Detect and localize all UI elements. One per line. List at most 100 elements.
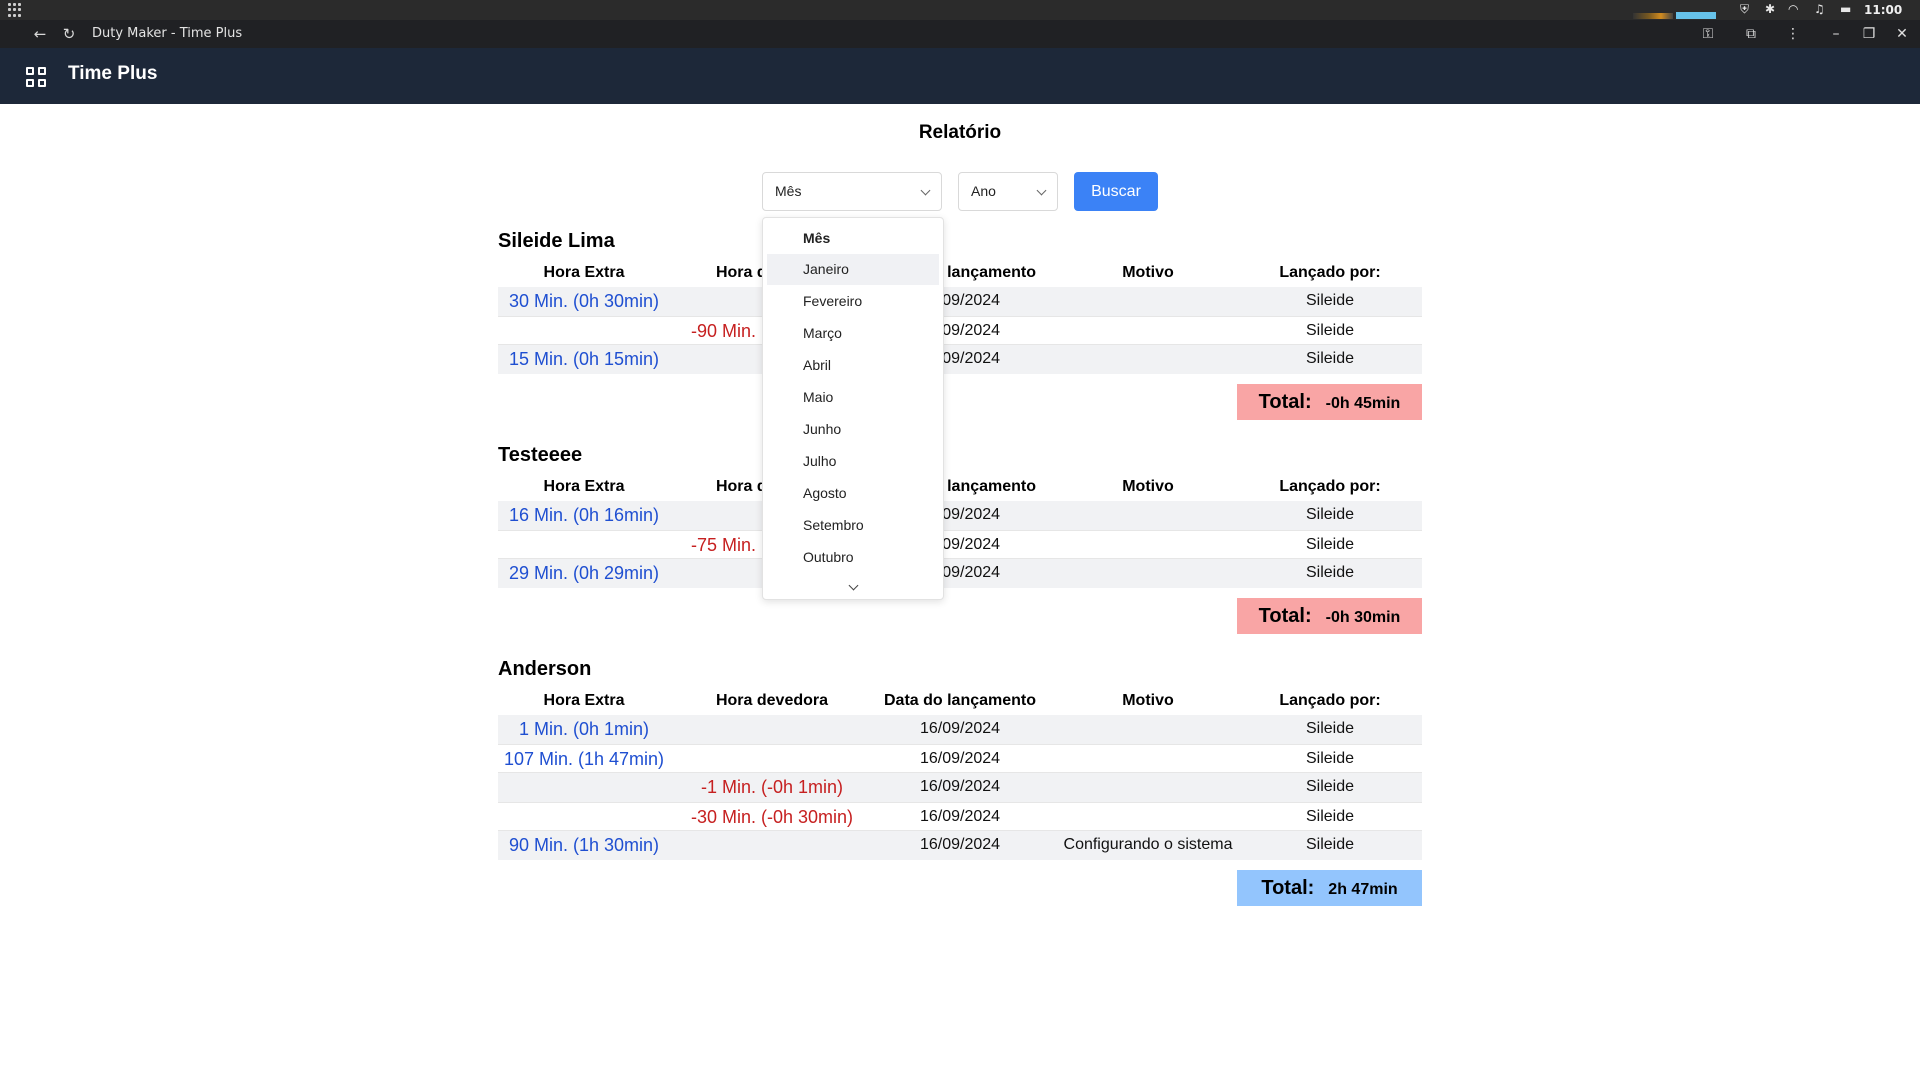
dropdown-option[interactable]: Fevereiro (767, 286, 939, 317)
cell-author: Sileide (1305, 564, 1355, 581)
cell-author: Sileide (1305, 506, 1355, 523)
chevron-down-icon (1036, 185, 1047, 196)
cell-author: Sileide (1305, 750, 1355, 767)
dropdown-option[interactable]: Maio (767, 382, 939, 413)
table-row: -30 Min. (-0h 30min) 16/09/2024 Sileide (498, 802, 1422, 831)
column-header-extra: Hora Extra (543, 478, 625, 495)
table-row: 29 Min. (0h 29min) 16/09/2024 Sileide (498, 559, 1422, 588)
browser-titlebar: ← ↻ Duty Maker - Time Plus ⚿ ⧉ ⋮ – ❐ ✕ (0, 20, 1920, 48)
month-dropdown-list: Mês Janeiro Fevereiro Março Abril Maio J… (762, 217, 944, 600)
shield-icon[interactable]: ⛨ (1740, 2, 1749, 17)
cell-author: Sileide (1305, 536, 1355, 553)
cpu-graph (1633, 13, 1673, 19)
column-header-reason: Motivo (1122, 692, 1174, 709)
employee-name: Anderson (498, 658, 592, 680)
cell-extra: 16 Min. (0h 16min) (508, 505, 660, 525)
cell-date: 16/09/2024 (919, 778, 1001, 795)
battery-icon[interactable]: ▬ (1840, 2, 1851, 16)
close-icon[interactable]: ✕ (1892, 24, 1912, 44)
dropdown-option[interactable]: Julho (767, 446, 939, 477)
page-title: Relatório (918, 122, 1002, 143)
scroll-down-chevron-icon[interactable] (848, 580, 859, 591)
column-header-debit: Hora devedora (715, 692, 829, 709)
app-grid-icon[interactable] (8, 3, 22, 17)
cell-extra: 30 Min. (0h 30min) (508, 291, 660, 311)
table-row: 90 Min. (1h 30min) 16/09/2024 Configurando… (498, 831, 1422, 860)
cell-extra: 15 Min. (0h 15min) (508, 349, 660, 369)
table-header: Hora ExtraHora devedoraData do lançament… (498, 264, 1422, 284)
back-arrow-icon[interactable]: ← (30, 24, 50, 44)
cell-debit: -1 Min. (-0h 1min) (700, 777, 844, 797)
key-icon[interactable]: ⚿ (1698, 24, 1718, 44)
total-badge: Total: -0h 30min (1237, 598, 1422, 634)
column-header-extra: Hora Extra (543, 264, 625, 281)
apps-menu-icon[interactable] (26, 67, 46, 87)
total-badge: Total: -0h 45min (1237, 384, 1422, 420)
os-top-bar: ⛨ ✱ ◠ ♫ ▬ 11:00 (0, 0, 1920, 20)
column-header-author: Lançado por: (1279, 478, 1381, 495)
clock[interactable]: 11:00 (1864, 3, 1902, 17)
minimize-icon[interactable]: – (1826, 24, 1846, 44)
bluetooth-icon[interactable]: ✱ (1765, 2, 1775, 16)
cell-extra: 107 Min. (1h 47min) (503, 749, 665, 769)
cell-author: Sileide (1305, 350, 1355, 367)
cell-debit: -30 Min. (-0h 30min) (690, 807, 854, 827)
column-header-author: Lançado por: (1279, 264, 1381, 281)
dropdown-option[interactable]: Setembro (767, 510, 939, 541)
table-row: 1 Min. (0h 1min) 16/09/2024 Sileide (498, 715, 1422, 744)
dropdown-header: Mês (803, 230, 831, 246)
month-select[interactable]: Mês (762, 172, 942, 211)
dropdown-option[interactable]: Agosto (767, 478, 939, 509)
year-select-value: Ano (971, 183, 996, 199)
music-icon[interactable]: ♫ (1814, 2, 1825, 16)
employee-name: Sileide Lima (498, 230, 615, 252)
cell-extra: 90 Min. (1h 30min) (508, 835, 660, 855)
dropdown-option[interactable]: Abril (767, 350, 939, 381)
total-value: -0h 30min (1325, 609, 1401, 626)
month-select-value: Mês (775, 183, 802, 199)
column-header-date: Data do lançamento (883, 692, 1037, 709)
cell-author: Sileide (1305, 808, 1355, 825)
dropdown-option[interactable]: Outubro (767, 542, 939, 573)
employee-name: Testeeee (498, 444, 583, 466)
total-value: 2h 47min (1328, 881, 1398, 898)
table-row: 107 Min. (1h 47min) 16/09/2024 Sileide (498, 744, 1422, 773)
dropdown-option[interactable]: Março (767, 318, 939, 349)
table-row: -75 Min. (-1h 15min)16/09/2024Sileide (498, 530, 1422, 559)
window-title: Duty Maker - Time Plus (92, 26, 243, 41)
column-header-extra: Hora Extra (543, 692, 625, 709)
cell-extra: 29 Min. (0h 29min) (508, 563, 660, 583)
search-button[interactable]: Buscar (1074, 172, 1158, 211)
cell-author: Sileide (1305, 778, 1355, 795)
cell-author: Sileide (1305, 322, 1355, 339)
extensions-icon[interactable]: ⧉ (1741, 24, 1761, 44)
table-header: Hora ExtraHora devedoraData do lançament… (498, 478, 1422, 498)
restore-icon[interactable]: ❐ (1859, 24, 1879, 44)
app-header: Time Plus (0, 48, 1920, 104)
wifi-icon[interactable]: ◠ (1788, 2, 1798, 16)
reload-icon[interactable]: ↻ (59, 24, 79, 44)
table-row: 16 Min. (0h 16min) 16/09/2024 Sileide (498, 501, 1422, 530)
dropdown-option[interactable]: Janeiro (767, 254, 939, 285)
table-row: 15 Min. (0h 15min) 16/09/2024 Sileide (498, 345, 1422, 374)
total-label: Total: (1261, 877, 1315, 899)
cell-date: 16/09/2024 (919, 750, 1001, 767)
dropdown-option[interactable]: Junho (767, 414, 939, 445)
table-row: 30 Min. (0h 30min) 16/09/2024 Sileide (498, 287, 1422, 316)
column-header-author: Lançado por: (1279, 692, 1381, 709)
column-header-reason: Motivo (1122, 264, 1174, 281)
memory-graph (1676, 12, 1716, 19)
cell-author: Sileide (1305, 836, 1355, 853)
year-select[interactable]: Ano (958, 172, 1058, 211)
cell-extra: 1 Min. (0h 1min) (518, 719, 650, 739)
app-title: Time Plus (68, 63, 158, 84)
total-value: -0h 45min (1325, 395, 1401, 412)
table-row: -1 Min. (-0h 1min) 16/09/2024 Sileide (498, 773, 1422, 802)
cell-date: 16/09/2024 (919, 720, 1001, 737)
cell-author: Sileide (1305, 720, 1355, 737)
cell-date: 16/09/2024 (919, 808, 1001, 825)
table-row: -90 Min. (-1h 30min)16/09/2024Sileide (498, 316, 1422, 345)
total-label: Total: (1258, 391, 1312, 413)
cell-date: 16/09/2024 (919, 836, 1001, 853)
menu-dots-icon[interactable]: ⋮ (1783, 24, 1803, 44)
